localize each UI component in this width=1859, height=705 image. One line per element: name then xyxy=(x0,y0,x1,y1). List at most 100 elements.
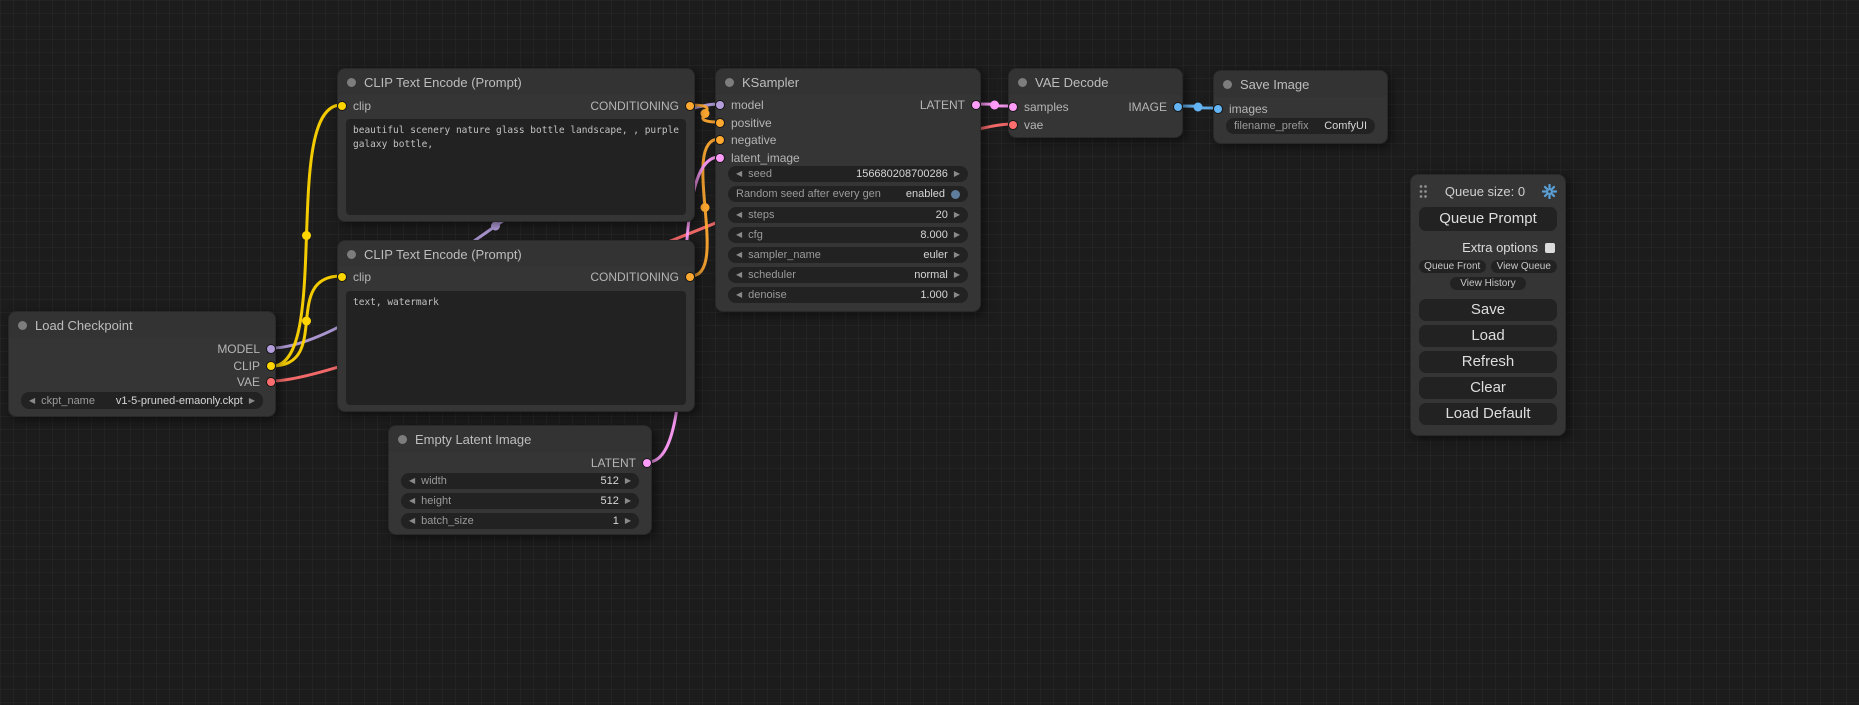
input-port-clip[interactable] xyxy=(338,102,346,110)
clear-button[interactable]: Clear xyxy=(1419,377,1557,399)
node-empty-latent-image[interactable]: Empty Latent Image LATENT ◀ width 512 ▶ … xyxy=(388,425,652,535)
increment-arrow-icon[interactable]: ▶ xyxy=(954,211,960,219)
decrement-arrow-icon[interactable]: ◀ xyxy=(736,291,742,299)
output-port-latent[interactable] xyxy=(972,101,980,109)
node-title-bar[interactable]: CLIP Text Encode (Prompt) xyxy=(338,69,694,95)
collapse-dot-icon[interactable] xyxy=(725,78,734,87)
input-port-samples[interactable] xyxy=(1009,103,1017,111)
increment-arrow-icon[interactable]: ▶ xyxy=(954,170,960,178)
load-button[interactable]: Load xyxy=(1419,325,1557,347)
collapse-dot-icon[interactable] xyxy=(398,435,407,444)
refresh-button[interactable]: Refresh xyxy=(1419,351,1557,373)
decrement-arrow-icon[interactable]: ◀ xyxy=(409,517,415,525)
widget-denoise[interactable]: ◀ denoise 1.000 ▶ xyxy=(728,287,968,303)
increment-arrow-icon[interactable]: ▶ xyxy=(954,231,960,239)
queue-prompt-button[interactable]: Queue Prompt xyxy=(1419,207,1557,231)
widget-cfg[interactable]: ◀ cfg 8.000 ▶ xyxy=(728,227,968,243)
increment-arrow-icon[interactable]: ▶ xyxy=(954,291,960,299)
node-title-bar[interactable]: VAE Decode xyxy=(1009,69,1182,95)
output-port-latent[interactable] xyxy=(643,459,651,467)
node-vae-decode[interactable]: VAE Decode samples IMAGE vae xyxy=(1008,68,1183,138)
increment-arrow-icon[interactable]: ▶ xyxy=(249,397,255,405)
widget-batch-size[interactable]: ◀ batch_size 1 ▶ xyxy=(401,513,639,529)
queue-front-button[interactable]: Queue Front xyxy=(1419,260,1486,273)
node-save-image[interactable]: Save Image images filename_prefix ComfyU… xyxy=(1213,70,1388,144)
widget-sampler-name[interactable]: ◀ sampler_name euler ▶ xyxy=(728,247,968,263)
toggle-dot[interactable] xyxy=(951,190,960,199)
decrement-arrow-icon[interactable]: ◀ xyxy=(736,271,742,279)
collapse-dot-icon[interactable] xyxy=(347,78,356,87)
input-port-images[interactable] xyxy=(1214,105,1222,113)
node-title-bar[interactable]: Load Checkpoint xyxy=(9,312,275,338)
view-queue-button[interactable]: View Queue xyxy=(1491,260,1558,273)
decrement-arrow-icon[interactable]: ◀ xyxy=(409,477,415,485)
output-port-model[interactable] xyxy=(267,345,275,353)
increment-arrow-icon[interactable]: ▶ xyxy=(954,271,960,279)
input-row-latent-image: latent_image xyxy=(716,149,800,167)
extra-options-checkbox[interactable] xyxy=(1545,243,1555,253)
widget-seed[interactable]: ◀ seed 156680208700286 ▶ xyxy=(728,166,968,182)
collapse-dot-icon[interactable] xyxy=(1018,78,1027,87)
widget-width[interactable]: ◀ width 512 ▶ xyxy=(401,473,639,489)
output-row-conditioning: CONDITIONING xyxy=(590,268,694,286)
increment-arrow-icon[interactable]: ▶ xyxy=(625,477,631,485)
view-history-button[interactable]: View History xyxy=(1450,277,1526,290)
save-button[interactable]: Save xyxy=(1419,299,1557,321)
output-row-latent: LATENT xyxy=(591,454,651,472)
widget-label: scheduler xyxy=(748,269,796,281)
output-port-image[interactable] xyxy=(1174,103,1182,111)
collapse-dot-icon[interactable] xyxy=(347,250,356,259)
input-label: positive xyxy=(731,116,772,130)
drag-handle-icon[interactable] xyxy=(1419,184,1428,199)
input-port-latent-image[interactable] xyxy=(716,154,724,162)
increment-arrow-icon[interactable]: ▶ xyxy=(625,497,631,505)
decrement-arrow-icon[interactable]: ◀ xyxy=(736,251,742,259)
widget-random-seed[interactable]: Random seed after every gen enabled xyxy=(728,186,968,202)
increment-arrow-icon[interactable]: ▶ xyxy=(625,517,631,525)
node-ksampler[interactable]: KSampler model LATENT positive negative … xyxy=(715,68,981,312)
output-row-image: IMAGE xyxy=(1128,98,1182,116)
input-port-clip[interactable] xyxy=(338,273,346,281)
widget-ckpt-name[interactable]: ◀ ckpt_name v1-5-pruned-emaonly.ckpt ▶ xyxy=(21,392,263,409)
decrement-arrow-icon[interactable]: ◀ xyxy=(409,497,415,505)
wire-midpoint-dot xyxy=(491,222,500,231)
output-label: CONDITIONING xyxy=(590,270,679,284)
input-port-vae[interactable] xyxy=(1009,121,1017,129)
node-title: CLIP Text Encode (Prompt) xyxy=(364,75,522,90)
output-port-clip[interactable] xyxy=(267,362,275,370)
node-title-bar[interactable]: Save Image xyxy=(1214,71,1387,97)
decrement-arrow-icon[interactable]: ◀ xyxy=(736,170,742,178)
output-port-conditioning[interactable] xyxy=(686,102,694,110)
output-port-conditioning[interactable] xyxy=(686,273,694,281)
input-port-model[interactable] xyxy=(716,101,724,109)
widget-scheduler[interactable]: ◀ scheduler normal ▶ xyxy=(728,267,968,283)
widget-steps[interactable]: ◀ steps 20 ▶ xyxy=(728,207,968,223)
widget-value: 1 xyxy=(613,515,619,527)
prompt-text-input[interactable]: text, watermark xyxy=(346,291,686,405)
menu-buttons: Save Load Refresh Clear Load Default xyxy=(1419,299,1557,425)
collapse-dot-icon[interactable] xyxy=(1223,80,1232,89)
output-port-vae[interactable] xyxy=(267,378,275,386)
node-load-checkpoint[interactable]: Load Checkpoint MODEL CLIP VAE ◀ ckpt_na… xyxy=(8,311,276,417)
decrement-arrow-icon[interactable]: ◀ xyxy=(736,211,742,219)
increment-arrow-icon[interactable]: ▶ xyxy=(954,251,960,259)
collapse-dot-icon[interactable] xyxy=(18,321,27,330)
load-default-button[interactable]: Load Default xyxy=(1419,403,1557,425)
node-title-bar[interactable]: Empty Latent Image xyxy=(389,426,651,452)
decrement-arrow-icon[interactable]: ◀ xyxy=(736,231,742,239)
input-label: clip xyxy=(353,270,371,284)
input-row-images: images xyxy=(1214,100,1268,118)
widget-filename-prefix[interactable]: filename_prefix ComfyUI xyxy=(1226,118,1375,134)
input-port-negative[interactable] xyxy=(716,136,724,144)
node-title-bar[interactable]: CLIP Text Encode (Prompt) xyxy=(338,241,694,267)
input-port-positive[interactable] xyxy=(716,119,724,127)
node-title-bar[interactable]: KSampler xyxy=(716,69,980,95)
widget-height[interactable]: ◀ height 512 ▶ xyxy=(401,493,639,509)
node-clip-text-encode-negative[interactable]: CLIP Text Encode (Prompt) clip CONDITION… xyxy=(337,240,695,412)
graph-canvas[interactable]: Load Checkpoint MODEL CLIP VAE ◀ ckpt_na… xyxy=(0,0,1859,705)
wire-midpoint-dot xyxy=(701,109,710,118)
decrement-arrow-icon[interactable]: ◀ xyxy=(29,397,35,405)
prompt-text-input[interactable]: beautiful scenery nature glass bottle la… xyxy=(346,119,686,215)
settings-gear-icon[interactable] xyxy=(1542,184,1557,199)
node-clip-text-encode-positive[interactable]: CLIP Text Encode (Prompt) clip CONDITION… xyxy=(337,68,695,222)
